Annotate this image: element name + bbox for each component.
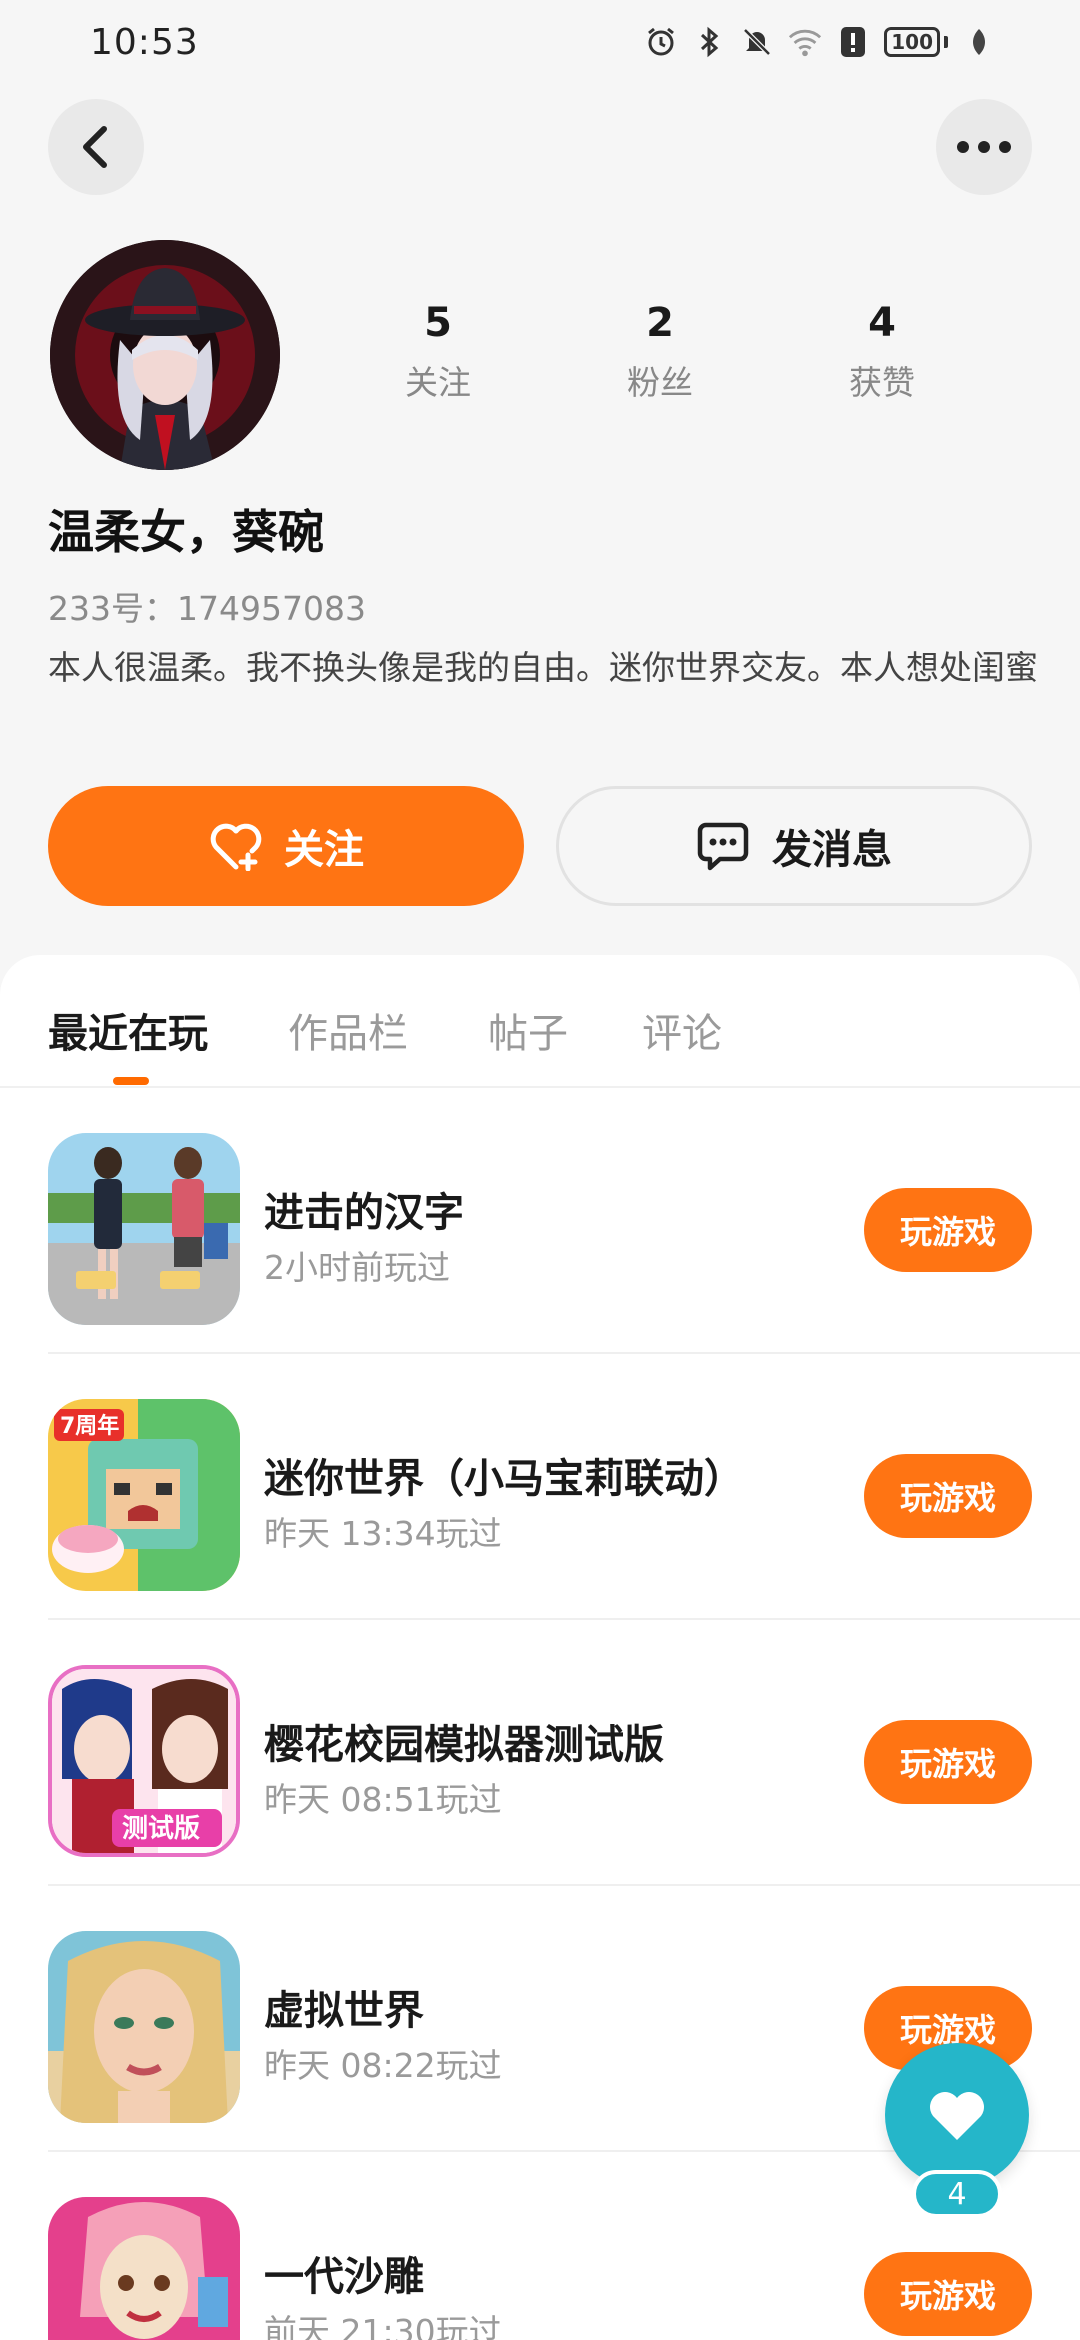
- game-played-time: 前天 21:30玩过: [264, 2312, 502, 2340]
- play-game-button[interactable]: 玩游戏: [864, 2252, 1032, 2336]
- stat-value: 5: [424, 300, 452, 346]
- tab-works[interactable]: 作品栏: [288, 1001, 408, 1059]
- tab-recent[interactable]: 最近在玩: [48, 1001, 208, 1059]
- heart-plus-icon: [210, 823, 262, 871]
- leaf-icon: [962, 25, 996, 59]
- stat-value: 2: [646, 300, 674, 346]
- tab-bar: 最近在玩 作品栏 帖子 评论: [0, 955, 1080, 1088]
- battery-icon: 100: [884, 27, 948, 57]
- bluetooth-icon: [692, 25, 726, 59]
- more-button[interactable]: [936, 99, 1032, 195]
- game-title: 进击的汉字: [264, 1190, 464, 1236]
- svg-text:7周年: 7周年: [60, 1413, 119, 1439]
- game-played-time: 昨天 08:22玩过: [264, 2046, 502, 2085]
- stat-label: 粉丝: [627, 363, 693, 402]
- status-bar: 10:53 100: [0, 0, 1080, 84]
- username: 温柔女，葵碗: [48, 505, 324, 559]
- game-title: 樱花校园模拟器测试版: [264, 1722, 664, 1768]
- game-title: 虚拟世界: [264, 1988, 424, 2034]
- game-played-time: 昨天 13:34玩过: [264, 1514, 502, 1553]
- stat-followers[interactable]: 2 粉丝: [560, 300, 760, 404]
- floating-like-button[interactable]: [885, 2043, 1029, 2187]
- tab-posts[interactable]: 帖子: [488, 1001, 568, 1059]
- mute-icon: [740, 25, 774, 59]
- svg-text:测试版: 测试版: [122, 1814, 200, 1844]
- game-icon: 测试版: [48, 1665, 240, 1857]
- tab-indicator: [113, 1077, 149, 1085]
- chat-bubble-icon: [697, 822, 749, 871]
- play-game-button[interactable]: 玩游戏: [864, 1188, 1032, 1272]
- game-played-time: 2小时前玩过: [264, 1248, 450, 1287]
- status-icons: 100: [644, 25, 996, 59]
- game-title: 一代沙雕: [264, 2254, 424, 2300]
- user-id: 233号：174957083: [48, 589, 366, 628]
- play-game-button[interactable]: 玩游戏: [864, 1454, 1032, 1538]
- stat-label: 关注: [405, 363, 471, 402]
- play-game-button[interactable]: 玩游戏: [864, 1720, 1032, 1804]
- battery-level: 100: [884, 27, 940, 57]
- game-icon: 7周年: [48, 1399, 240, 1591]
- tab-comments[interactable]: 评论: [642, 1001, 722, 1059]
- bio: 本人很温柔。我不换头像是我的自由。迷你世界交友。本人想处闺蜜: [48, 648, 1038, 687]
- follow-label: 关注: [284, 827, 364, 873]
- back-arrow-icon: [83, 126, 107, 168]
- like-count-badge: 4: [912, 2170, 1002, 2218]
- heart-icon: [930, 2092, 984, 2140]
- game-icon: [48, 1133, 240, 1325]
- wifi-icon: [788, 25, 822, 59]
- game-icon: [48, 2197, 240, 2340]
- message-button[interactable]: 发消息: [556, 786, 1032, 906]
- stat-value: 4: [868, 300, 896, 346]
- stat-following[interactable]: 5 关注: [338, 300, 538, 404]
- back-button[interactable]: [48, 99, 144, 195]
- game-title: 迷你世界（小马宝莉联动）: [264, 1456, 744, 1502]
- game-icon: [48, 1931, 240, 2123]
- avatar[interactable]: [50, 240, 280, 470]
- alert-icon: [836, 25, 870, 59]
- status-time: 10:53: [90, 21, 199, 63]
- list-item[interactable]: 进击的汉字 2小时前玩过 玩游戏: [48, 1088, 1080, 1354]
- game-played-time: 昨天 08:51玩过: [264, 1780, 502, 1819]
- stat-likes[interactable]: 4 获赞: [782, 300, 982, 404]
- alarm-icon: [644, 25, 678, 59]
- list-item[interactable]: 7周年 迷你世界（小马宝莉联动） 昨天 13:34玩过 玩游戏: [48, 1354, 1080, 1620]
- stat-label: 获赞: [849, 363, 915, 402]
- follow-button[interactable]: 关注: [48, 786, 524, 906]
- message-label: 发消息: [772, 827, 892, 873]
- more-dots-icon: [957, 141, 1011, 153]
- list-item[interactable]: 测试版 樱花校园模拟器测试版 昨天 08:51玩过 玩游戏: [48, 1620, 1080, 1886]
